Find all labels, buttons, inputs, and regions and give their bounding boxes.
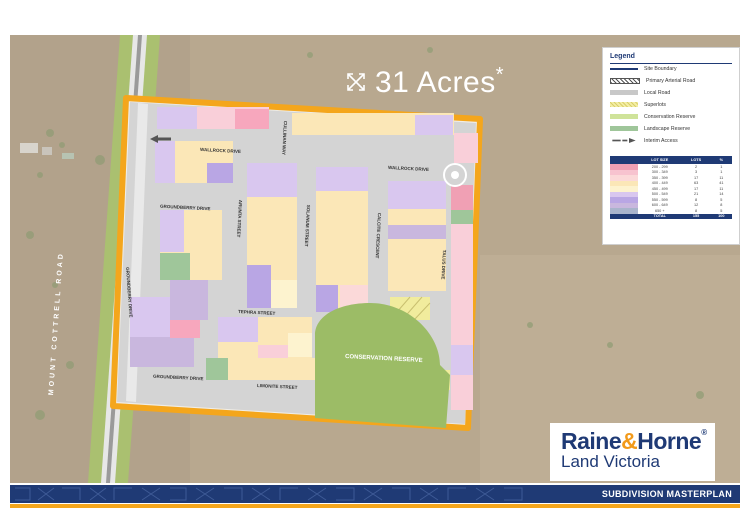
brand-line-1: Raine&Horne® — [561, 428, 707, 454]
footer-bar: SUBDIVISION MASTERPLAN — [10, 485, 740, 503]
site-area-value: 31 Acres* — [375, 64, 505, 99]
legend-item-site-boundary: Site Boundary — [610, 64, 677, 73]
legend-item-local-road: Local Road — [610, 88, 670, 97]
expand-arrows-icon — [347, 73, 365, 91]
legend-title: Legend — [610, 53, 635, 60]
lot-size-table: LOT SIZE LOTS % 200 - 299 2 1 300 - 349 3 1 … — [610, 156, 732, 219]
table-header-lots: LOTS — [681, 156, 711, 164]
footer-title: SUBDIVISION MASTERPLAN — [601, 489, 732, 499]
table-header-lot-size: LOT SIZE — [638, 156, 682, 164]
legend-item-primary-arterial-road: Primary Arterial Road — [610, 76, 695, 85]
lot-block-arunta — [247, 163, 297, 308]
legend-item-conservation-reserve: Conservation Reserve — [610, 112, 695, 121]
raine-horne-logo: Raine&Horne® Land Victoria — [550, 423, 715, 481]
footer-accent-stripe — [10, 504, 740, 508]
table-header-pct: % — [710, 156, 732, 164]
legend-item-superlots: Superlots — [610, 100, 666, 109]
arrow-icon — [612, 138, 636, 143]
legend-panel: Legend Site Boundary Primary Arterial Ro… — [602, 47, 740, 245]
site-area-headline: 31 Acres* — [345, 64, 504, 100]
table-total-row: TOTAL 155 100 — [610, 213, 732, 219]
lot-block-solanum — [316, 167, 368, 312]
legend-item-interim-access: Interim Access — [610, 136, 678, 145]
brand-line-2: Land Victoria — [561, 452, 660, 471]
pattern-decoration — [15, 487, 523, 501]
legend-item-landscape-reserve: Landscape Reserve — [610, 124, 690, 133]
lot-block-calcite — [388, 181, 446, 291]
lot-block-limonite — [206, 358, 316, 380]
